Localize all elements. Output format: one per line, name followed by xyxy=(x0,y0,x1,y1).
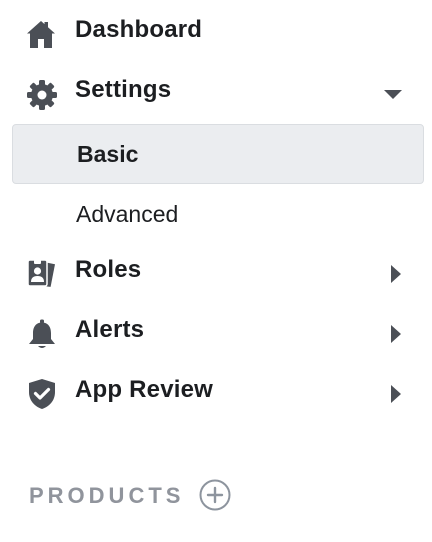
sidebar-item-alerts[interactable]: Alerts xyxy=(0,300,432,360)
sidebar-item-settings[interactable]: Settings xyxy=(0,60,432,120)
sidebar-item-label: Roles xyxy=(75,256,142,283)
submenu-item-basic[interactable]: Basic xyxy=(12,124,424,184)
products-section: PRODUCTS xyxy=(0,470,432,524)
sidebar-item-label: Settings xyxy=(75,76,172,103)
products-section-title: PRODUCTS xyxy=(29,483,185,508)
add-product-button[interactable] xyxy=(199,479,231,511)
id-badge-icon xyxy=(25,257,57,289)
gear-icon xyxy=(26,79,58,111)
submenu-item-advanced[interactable]: Advanced xyxy=(12,184,424,244)
shield-check-icon xyxy=(26,378,58,410)
submenu-item-label: Advanced xyxy=(76,201,179,227)
bell-icon xyxy=(26,318,58,350)
sidebar-item-dashboard[interactable]: Dashboard xyxy=(0,0,432,60)
chevron-right-icon[interactable] xyxy=(386,324,406,344)
chevron-right-icon[interactable] xyxy=(386,264,406,284)
sidebar-item-label: Dashboard xyxy=(75,16,203,43)
sidebar-item-roles[interactable]: Roles xyxy=(0,240,432,300)
chevron-down-icon[interactable] xyxy=(383,85,403,105)
sidebar-item-label: App Review xyxy=(75,376,214,403)
sidebar-item-label: Alerts xyxy=(75,316,145,343)
plus-circle-icon xyxy=(199,479,231,511)
sidebar-item-app-review[interactable]: App Review xyxy=(0,360,432,420)
submenu-item-label: Basic xyxy=(77,141,139,167)
sidebar: Dashboard Settings Basic Advanced Roles … xyxy=(0,0,432,542)
chevron-right-icon[interactable] xyxy=(386,384,406,404)
home-icon xyxy=(25,18,57,50)
